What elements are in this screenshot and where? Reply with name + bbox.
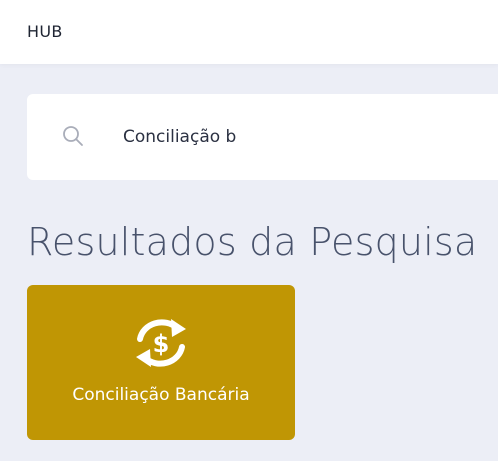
search-input[interactable]: [123, 123, 483, 151]
results-title: Resultados da Pesquisa: [27, 220, 478, 264]
search-icon: [63, 126, 83, 146]
currency-exchange-icon: $: [136, 319, 186, 367]
svg-text:$: $: [153, 330, 170, 358]
result-card-conciliacao-bancaria[interactable]: $ Conciliação Bancária: [27, 285, 295, 440]
result-card-label: Conciliação Bancária: [72, 385, 250, 405]
brand-logo[interactable]: HUB: [27, 21, 63, 43]
top-bar: HUB: [0, 0, 498, 64]
